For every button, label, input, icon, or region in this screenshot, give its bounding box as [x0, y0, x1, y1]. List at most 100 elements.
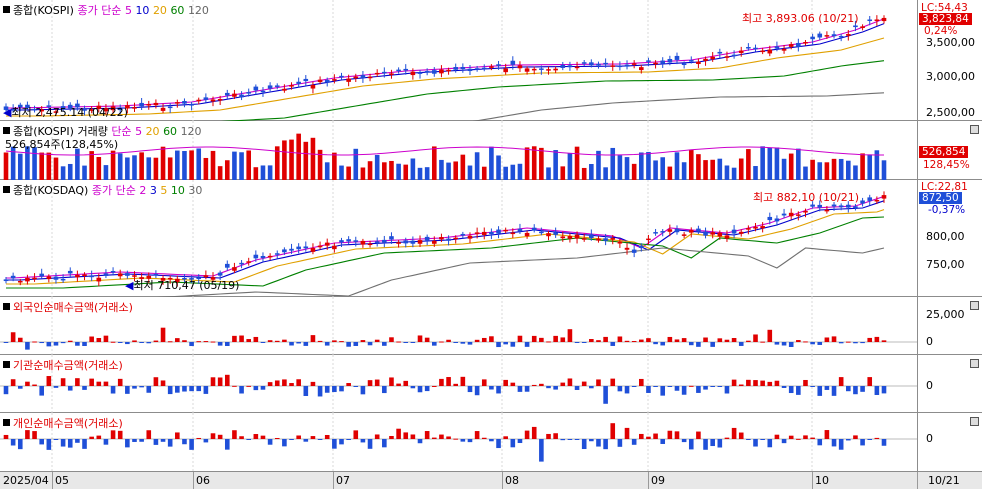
retail-panel[interactable]: 개인순매수금액(거래소) 0	[0, 413, 982, 471]
flow-bar	[767, 329, 773, 342]
retail-plot[interactable]	[0, 413, 917, 471]
panel-close-icon[interactable]	[970, 125, 979, 134]
panel-close-icon[interactable]	[970, 417, 979, 426]
flow-bar	[253, 386, 259, 391]
flow-bar	[796, 386, 801, 395]
candle	[688, 230, 694, 233]
flow-bar	[553, 433, 558, 439]
volume-bar	[46, 152, 52, 180]
candle	[25, 277, 30, 282]
flow-bar	[653, 342, 658, 345]
panel-close-icon[interactable]	[970, 359, 979, 368]
kospi-panel[interactable]: 종합(KOSPI) 종가 단순 5 10 20 60 120 최고 3,893.…	[0, 0, 982, 121]
flow-bar	[360, 439, 366, 443]
menu-square-icon[interactable]	[3, 186, 10, 193]
volume-bar	[717, 158, 723, 180]
time-axis[interactable]: 2025/04 05 06 07 08 09 10 10/21	[0, 471, 982, 489]
flow-bar	[674, 386, 680, 391]
inst-plot[interactable]	[0, 355, 917, 413]
axis-label: 800,00	[926, 230, 965, 243]
candle	[503, 229, 508, 232]
volume-panel[interactable]: 종합(KOSPI) 거래량 단순 5 20 60 120 526,854주(12…	[0, 121, 982, 180]
volume-bar	[125, 157, 130, 180]
flow-bar	[581, 342, 587, 343]
volume-bar	[146, 157, 152, 180]
flow-bar	[296, 435, 301, 439]
kospi-title[interactable]: 종합(KOSPI) 종가 단순 5 10 20 60 120	[3, 2, 209, 18]
candle	[67, 270, 73, 274]
candle	[696, 61, 701, 65]
foreign-chart[interactable]	[0, 297, 917, 355]
kospi-high-note: 최고 3,893.06 (10/21)	[742, 12, 859, 25]
flow-bar	[489, 439, 494, 442]
candle	[303, 246, 309, 249]
inst-chart[interactable]	[0, 355, 917, 413]
menu-square-icon[interactable]	[3, 6, 10, 13]
flow-bar	[89, 378, 94, 386]
menu-square-icon[interactable]	[3, 127, 10, 134]
flow-bar	[553, 335, 558, 342]
flow-bar	[82, 342, 87, 347]
volume-bar	[89, 151, 94, 180]
candle	[39, 273, 44, 277]
flow-bar	[246, 339, 251, 342]
kosdaq-panel[interactable]: 종합(KOSDAQ) 종가 단순 2 3 5 10 30 최고 882,10 (…	[0, 180, 982, 297]
axis-label: 0	[926, 379, 933, 392]
axis-label: 3,000,00	[926, 70, 975, 83]
flow-bar	[453, 342, 459, 343]
inst-panel[interactable]: 기관순매수금액(거래소) 0	[0, 355, 982, 413]
kosdaq-title[interactable]: 종합(KOSDAQ) 종가 단순 2 3 5 10 30	[3, 182, 202, 198]
time-label: 06	[196, 474, 210, 487]
candle	[653, 62, 658, 65]
flow-bar	[738, 432, 744, 439]
menu-square-icon[interactable]	[3, 361, 10, 368]
flow-bar	[75, 378, 80, 386]
candle	[760, 226, 765, 229]
foreign-title[interactable]: 외국인순매수금액(거래소)	[3, 299, 133, 315]
volume-bar	[175, 150, 180, 180]
flow-bar	[110, 386, 116, 394]
volume-bar	[846, 160, 851, 180]
flow-bar	[681, 338, 687, 342]
volume-bar	[824, 162, 830, 180]
candle	[374, 241, 380, 243]
candle	[260, 255, 266, 259]
flow-bar	[67, 340, 73, 342]
axis-label: 3,500,00	[926, 36, 975, 49]
flow-bar	[696, 431, 701, 439]
volume-bar	[553, 150, 558, 180]
flow-bar	[731, 379, 737, 386]
retail-chart[interactable]	[0, 413, 917, 471]
candle	[674, 55, 680, 60]
volume-bar	[496, 155, 501, 180]
panel-close-icon[interactable]	[970, 301, 979, 310]
candle	[860, 26, 865, 29]
inst-title[interactable]: 기관순매수금액(거래소)	[3, 357, 123, 373]
flow-bar	[374, 434, 380, 439]
volume-bar	[239, 152, 244, 180]
flow-bar	[32, 431, 37, 439]
candle	[196, 99, 202, 102]
candle	[446, 69, 451, 72]
foreign-panel[interactable]: 외국인순매수금액(거래소) 25,000 0	[0, 297, 982, 355]
flow-bar	[867, 439, 873, 440]
flow-bar	[89, 336, 94, 342]
flow-bar	[474, 431, 480, 439]
candle	[382, 239, 387, 243]
flow-bar	[410, 342, 416, 343]
foreign-plot[interactable]	[0, 297, 917, 355]
menu-square-icon[interactable]	[3, 419, 10, 426]
flow-bar	[396, 428, 401, 439]
candle	[867, 197, 873, 201]
flow-bar	[717, 386, 723, 387]
candle	[346, 78, 351, 82]
flow-bar	[667, 430, 673, 439]
retail-title[interactable]: 개인순매수금액(거래소)	[3, 415, 123, 431]
flow-bar	[710, 386, 715, 387]
candle	[253, 254, 259, 259]
candle	[510, 60, 516, 65]
menu-square-icon[interactable]	[3, 303, 10, 310]
flow-bar	[60, 342, 66, 344]
volume-bar	[96, 157, 102, 180]
candle	[53, 276, 59, 280]
